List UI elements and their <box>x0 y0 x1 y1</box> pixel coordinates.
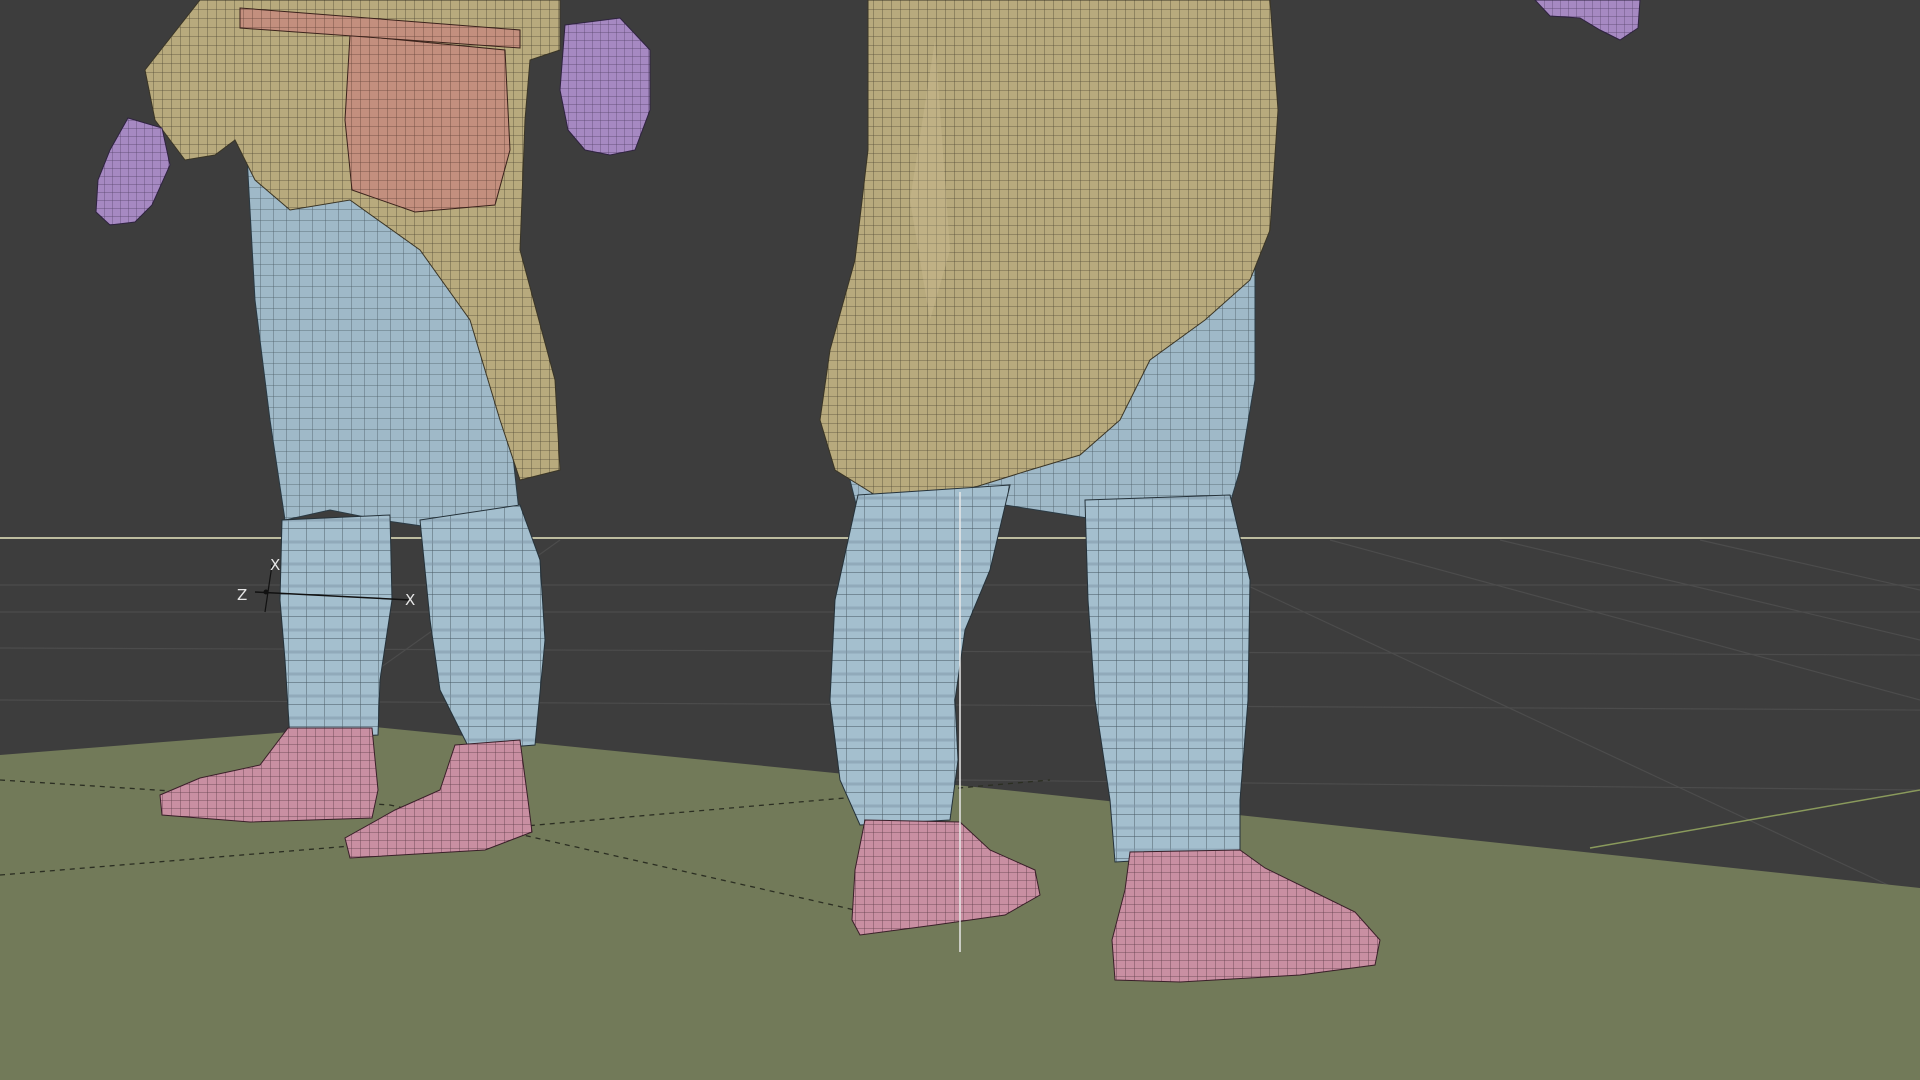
axis-x-secondary-label: X <box>405 591 415 609</box>
3d-viewport[interactable]: Z X X <box>0 0 1920 1080</box>
axis-z-label: Z <box>237 586 247 604</box>
left-character-right-hand <box>559 17 651 156</box>
axis-x-label: X <box>270 556 280 574</box>
left-character-pouch <box>344 34 511 213</box>
left-character-puttee-back <box>279 514 393 741</box>
